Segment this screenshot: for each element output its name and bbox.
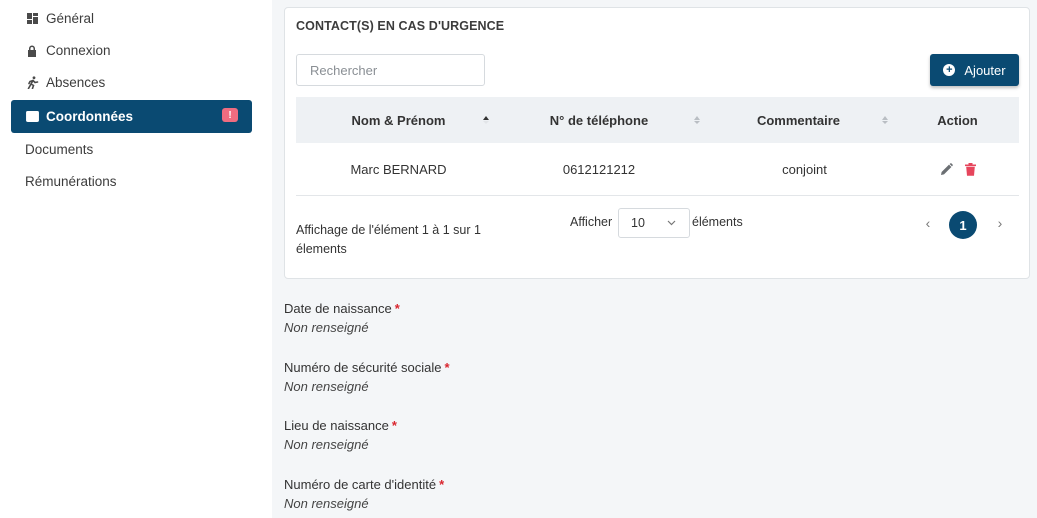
field-label: Numéro de sécurité sociale (284, 360, 442, 375)
field-value: Non renseigné (284, 437, 369, 452)
required-marker: * (444, 360, 450, 375)
cell-phone: 0612121212 (562, 162, 636, 177)
sort-asc-icon[interactable] (482, 114, 490, 126)
column-header-action: Action (896, 97, 1019, 143)
cell-name: Marc BERNARD (350, 162, 447, 177)
sidebar-item-documents[interactable]: Documents (11, 133, 252, 166)
field-social-security-number: Numéro de sécurité sociale * Non renseign… (284, 360, 450, 394)
sidebar-item-general[interactable]: Général (11, 2, 252, 35)
sidebar-item-connexion[interactable]: Connexion (11, 34, 252, 67)
pagination-next[interactable]: › (993, 215, 1007, 231)
column-header-comment[interactable]: Commentaire (701, 97, 896, 143)
field-id-card-number: Numéro de carte d'identité * Non renseign… (284, 477, 444, 511)
id-card-icon (25, 110, 39, 124)
table-header: Nom & Prénom N° de téléphone Commentaire… (296, 97, 1019, 143)
column-header-label: Commentaire (756, 112, 841, 128)
chevron-left-icon: ‹ (925, 215, 931, 231)
search-input[interactable] (296, 54, 485, 86)
required-marker: * (394, 301, 400, 316)
emergency-contacts-card: CONTACT(S) EN CAS D'URGENCE + Ajouter No… (284, 7, 1030, 279)
field-label: Lieu de naissance (284, 418, 389, 433)
page-size-label: Afficher (570, 215, 613, 229)
field-value: Non renseigné (284, 496, 369, 511)
field-label: Date de naissance (284, 301, 392, 316)
field-label: Numéro de carte d'identité (284, 477, 437, 492)
column-header-phone[interactable]: N° de téléphone (501, 97, 697, 143)
sidebar-item-absences[interactable]: Absences (11, 66, 252, 99)
sort-icon[interactable] (881, 114, 889, 126)
column-header-label: N° de téléphone (549, 112, 649, 128)
table-row: Marc BERNARD 0612121212 conjoint (296, 143, 1019, 196)
card-title: CONTACT(S) EN CAS D'URGENCE (296, 19, 505, 33)
chevron-right-icon: › (997, 215, 1003, 231)
alert-badge: ! (222, 108, 238, 122)
chevron-down-icon (667, 220, 676, 226)
pagination-current-page[interactable]: 1 (949, 211, 977, 239)
required-marker: * (391, 418, 397, 433)
sidebar-item-label: Général (46, 11, 95, 26)
cell-comment: conjoint (782, 162, 827, 177)
pagination-prev[interactable]: ‹ (921, 215, 935, 231)
plus-circle-icon: + (943, 64, 956, 76)
running-person-icon (25, 76, 39, 90)
column-header-label: Nom & Prénom (351, 112, 446, 128)
column-header-name[interactable]: Nom & Prénom (296, 97, 501, 143)
sidebar-item-label: Rémunérations (25, 174, 117, 189)
dashboard-icon (25, 12, 39, 26)
sidebar: Général Connexion Absences Coordonnées !… (0, 0, 272, 518)
column-header-label: Action (937, 112, 978, 128)
table-info: Affichage de l'élément 1 à 1 sur 1 éleme… (296, 223, 481, 256)
sidebar-item-coordonnees[interactable]: Coordonnées ! (11, 100, 252, 133)
field-value: Non renseigné (284, 379, 369, 394)
edit-pencil-icon[interactable] (940, 163, 953, 176)
sidebar-item-label: Absences (46, 75, 106, 90)
field-value: Non renseigné (284, 320, 369, 335)
field-birth-place: Lieu de naissance * Non renseigné (284, 418, 397, 452)
elements-label: éléments (692, 215, 743, 229)
cell-actions (896, 143, 1019, 196)
add-button-label: Ajouter (964, 62, 1006, 78)
sidebar-item-label: Connexion (46, 43, 111, 58)
field-birth-date: Date de naissance * Non renseigné (284, 301, 400, 335)
delete-trash-icon[interactable] (964, 163, 976, 176)
lock-icon (25, 44, 39, 58)
sidebar-item-label: Documents (25, 142, 94, 157)
sort-icon[interactable] (693, 114, 701, 126)
required-marker: * (439, 477, 445, 492)
add-contact-button[interactable]: + Ajouter (930, 54, 1019, 86)
sidebar-item-remunerations[interactable]: Rémunérations (11, 165, 252, 198)
page-size-select[interactable]: 10 (618, 208, 690, 238)
sidebar-item-label: Coordonnées (46, 109, 134, 124)
page-size-value: 10 (631, 216, 645, 230)
